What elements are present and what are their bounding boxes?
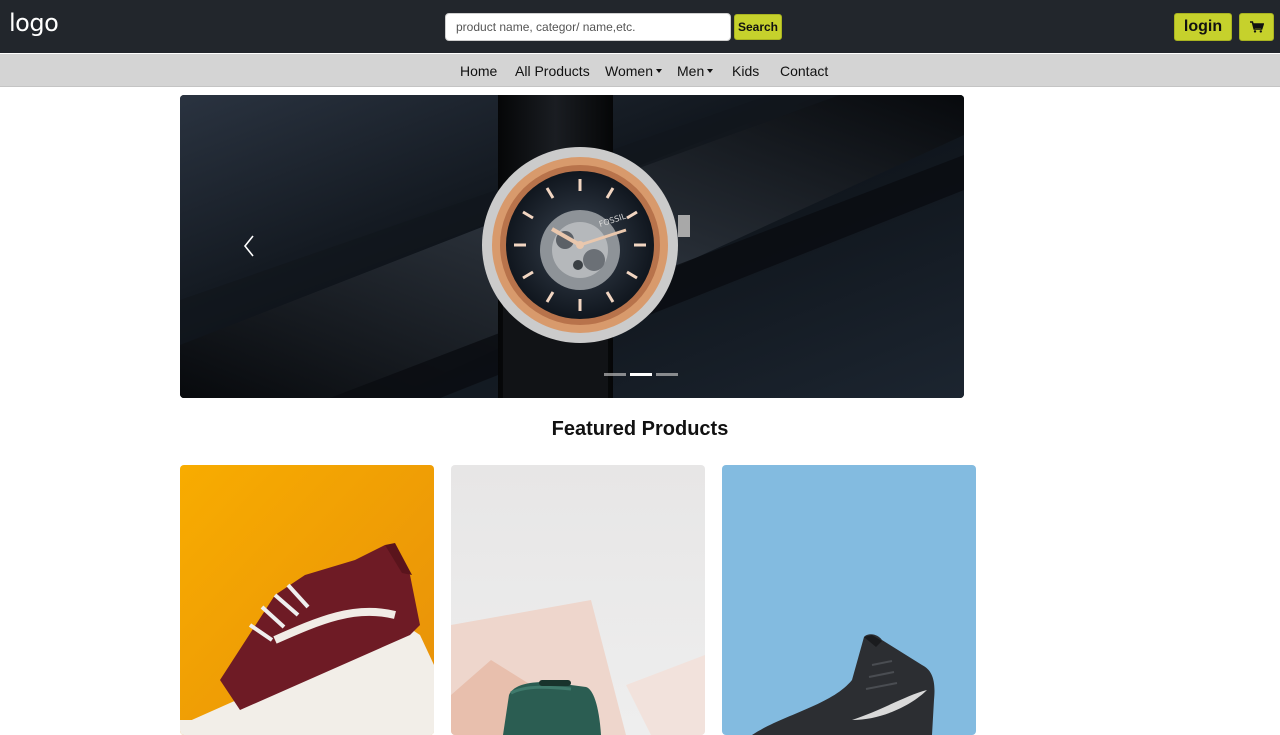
featured-products-heading: Featured Products xyxy=(551,418,729,440)
nav-item-men[interactable]: Men xyxy=(677,62,714,80)
search-bar: Search xyxy=(445,13,782,41)
carousel-prev-button[interactable] xyxy=(237,228,261,264)
product-card[interactable] xyxy=(180,465,434,735)
nav-item-kids[interactable]: Kids xyxy=(732,62,759,80)
logo[interactable]: logo xyxy=(9,9,59,37)
caret-down-icon xyxy=(655,69,662,74)
product-image-shoe-green xyxy=(451,465,705,735)
cart-icon xyxy=(1249,21,1264,33)
cart-button[interactable] xyxy=(1239,13,1274,41)
carousel-indicator-2[interactable] xyxy=(630,373,652,376)
nav-item-label: Men xyxy=(677,63,705,79)
nav-item-label: Home xyxy=(460,63,498,79)
carousel-indicator-3[interactable] xyxy=(656,373,678,376)
product-card[interactable] xyxy=(722,465,976,735)
nav-item-contact[interactable]: Contact xyxy=(780,62,828,80)
product-card[interactable] xyxy=(451,465,705,735)
nav-item-label: All Products xyxy=(515,63,590,79)
hero-slide-watch-image: FOSSIL xyxy=(180,95,964,398)
nav-item-label: Kids xyxy=(732,63,760,79)
caret-down-icon xyxy=(707,69,714,74)
hero-carousel: FOSSIL xyxy=(180,95,964,398)
top-header: logo Search login xyxy=(0,0,1280,53)
nav-item-all-products[interactable]: All Products xyxy=(515,62,590,80)
product-image-sneaker-maroon xyxy=(180,465,434,735)
carousel-indicators xyxy=(604,373,679,376)
nav-list: Home All Products Women Men Kids Contact xyxy=(0,54,1280,87)
nav-item-label: Women xyxy=(605,63,653,79)
product-image-sneaker-black xyxy=(722,465,976,735)
carousel-indicator-1[interactable] xyxy=(604,373,626,376)
nav-item-women[interactable]: Women xyxy=(605,62,662,80)
login-button[interactable]: login xyxy=(1174,13,1232,41)
nav-item-home[interactable]: Home xyxy=(460,62,497,80)
search-button[interactable]: Search xyxy=(734,14,782,40)
nav-item-label: Contact xyxy=(780,63,829,79)
search-input[interactable] xyxy=(445,13,731,41)
chevron-left-icon xyxy=(243,235,254,257)
category-navbar: Home All Products Women Men Kids Contact xyxy=(0,54,1280,87)
